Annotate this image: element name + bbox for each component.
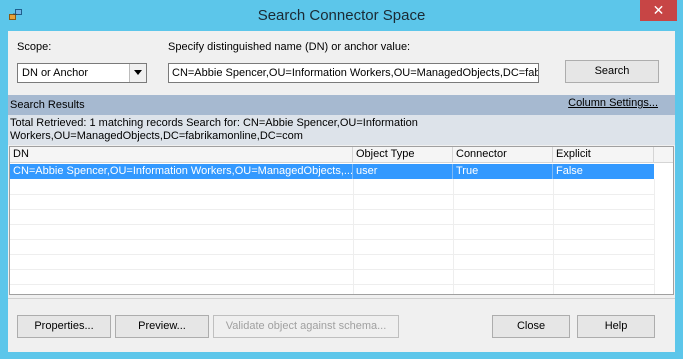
scope-label: Scope: — [17, 41, 52, 53]
search-results-title: Search Results — [10, 99, 85, 111]
column-header-explicit[interactable]: Explicit — [553, 147, 654, 163]
grid-line — [10, 269, 654, 270]
dn-input[interactable]: CN=Abbie Spencer,OU=Information Workers,… — [168, 63, 539, 83]
cell-object-type: user — [353, 164, 453, 179]
grid-line — [10, 284, 654, 285]
grid-line — [654, 179, 655, 294]
results-summary: Total Retrieved: 1 matching records Sear… — [8, 115, 675, 145]
results-summary-text: Total Retrieved: 1 matching records Sear… — [10, 117, 418, 142]
grid-line — [10, 224, 654, 225]
results-grid[interactable]: DN Object Type Connector Explicit CN=Abb… — [9, 146, 674, 295]
search-connector-space-window: Search Connector Space ✕ Scope: Specify … — [0, 0, 683, 359]
cell-explicit: False — [556, 165, 583, 177]
chevron-down-icon[interactable] — [129, 64, 146, 82]
dn-label: Specify distinguished name (DN) or ancho… — [168, 41, 411, 53]
grid-header: DN Object Type Connector Explicit — [10, 147, 673, 163]
validate-schema-button[interactable]: Validate object against schema... — [213, 315, 399, 338]
column-settings-link[interactable]: Column Settings... — [568, 97, 658, 109]
grid-line — [353, 179, 354, 294]
preview-button[interactable]: Preview... — [115, 315, 209, 338]
dialog-body: Scope: Specify distinguished name (DN) o… — [8, 31, 675, 352]
properties-button[interactable]: Properties... — [17, 315, 111, 338]
close-window-icon[interactable]: ✕ — [640, 0, 677, 21]
table-row[interactable]: CN=Abbie Spencer,OU=Information Workers,… — [10, 164, 654, 179]
grid-line — [10, 194, 654, 195]
window-title: Search Connector Space — [257, 7, 426, 24]
grid-line — [10, 254, 654, 255]
column-header-object-type[interactable]: Object Type — [353, 147, 453, 163]
scope-selected-value: DN or Anchor — [22, 67, 89, 79]
dn-input-value: CN=Abbie Spencer,OU=Information Workers,… — [172, 67, 539, 79]
title-bar: Search Connector Space ✕ — [0, 0, 683, 30]
column-header-dn[interactable]: DN — [10, 147, 353, 163]
grid-line — [553, 179, 554, 294]
help-button[interactable]: Help — [577, 315, 655, 338]
search-results-header: Search Results Column Settings... — [8, 95, 675, 115]
column-header-connector[interactable]: Connector — [453, 147, 553, 163]
search-button[interactable]: Search — [565, 60, 659, 83]
cell-dn: CN=Abbie Spencer,OU=Information Workers,… — [10, 164, 353, 179]
divider — [8, 298, 675, 299]
grid-line — [10, 239, 654, 240]
cell-connector: True — [453, 164, 553, 179]
scope-dropdown[interactable]: DN or Anchor — [17, 63, 147, 83]
grid-line — [453, 179, 454, 294]
close-button[interactable]: Close — [492, 315, 570, 338]
grid-line — [10, 209, 654, 210]
